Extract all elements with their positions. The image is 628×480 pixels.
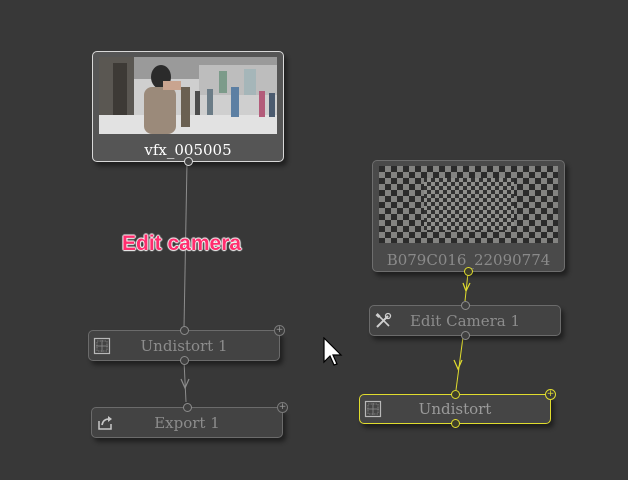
annotation-label: Edit camera	[122, 232, 242, 255]
node-graph-canvas[interactable]: vfx_005005 Undistort 1 + Export 1 + B079…	[0, 0, 628, 480]
input-port[interactable]	[461, 301, 470, 310]
add-port-button[interactable]: +	[277, 402, 288, 413]
edit-camera-1-node[interactable]: Edit Camera 1	[369, 301, 561, 340]
output-port[interactable]	[180, 356, 189, 365]
wire-undistort-to-export	[183, 360, 187, 403]
undistort-node-selected[interactable]: Undistort +	[359, 389, 556, 428]
output-port[interactable]	[184, 157, 193, 166]
input-port[interactable]	[183, 403, 192, 412]
wire-arrow-undistort	[453, 359, 463, 371]
wire-arrow-export	[180, 378, 190, 390]
node-label: Export 1	[154, 413, 220, 432]
add-port-button[interactable]: +	[274, 325, 285, 336]
output-port[interactable]	[451, 419, 460, 428]
add-port-button[interactable]: +	[545, 389, 556, 400]
source-node-vfx[interactable]: vfx_005005	[92, 51, 284, 166]
undistort-1-node[interactable]: Undistort 1 +	[88, 325, 285, 365]
wire-editcam-to-undistort	[455, 336, 464, 391]
node-label: Undistort	[418, 400, 492, 418]
output-port[interactable]	[464, 267, 473, 276]
input-port[interactable]	[451, 390, 460, 399]
input-port[interactable]	[180, 326, 189, 335]
export-1-node[interactable]: Export 1 +	[91, 402, 288, 438]
source-node-checkerboard[interactable]: B079C016_22090774	[372, 160, 565, 276]
mouse-cursor-icon	[323, 337, 343, 366]
node-label: Undistort 1	[140, 336, 228, 355]
video-thumbnail	[99, 57, 277, 134]
checkerboard-thumbnail	[379, 166, 558, 243]
output-port[interactable]	[461, 331, 470, 340]
node-label: Edit Camera 1	[409, 311, 521, 330]
wire-checker-to-editcam	[464, 272, 469, 302]
wire-arrow-editcam	[462, 282, 471, 293]
